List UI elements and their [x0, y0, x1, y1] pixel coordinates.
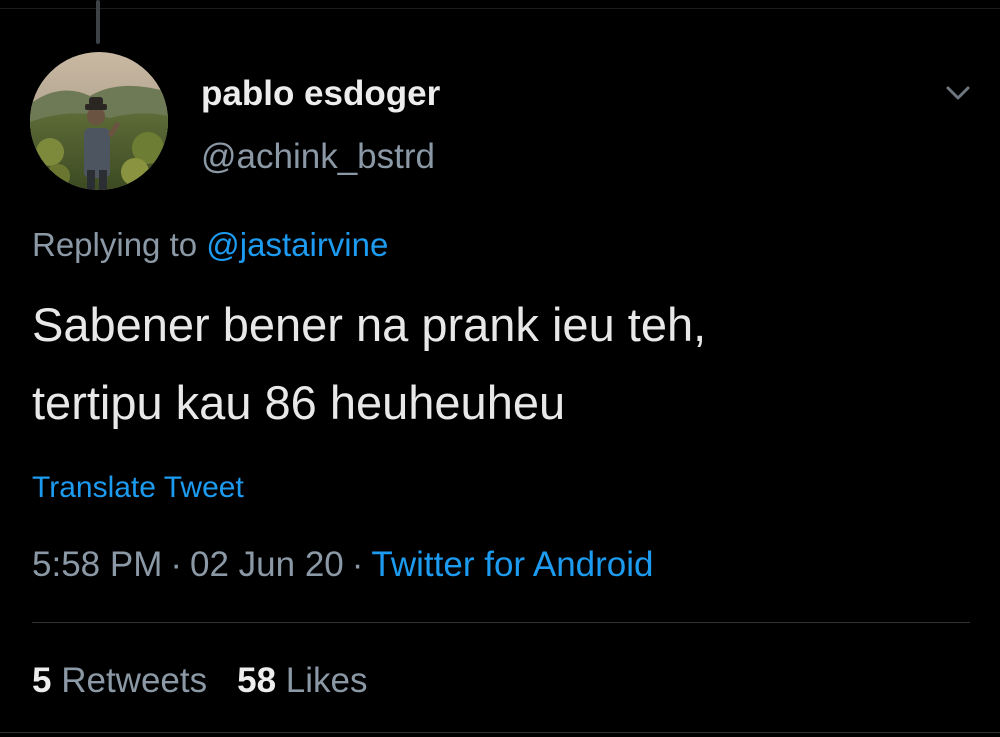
- tweet-time: 5:58 PM: [32, 545, 163, 584]
- likes-stat[interactable]: 58 Likes: [237, 661, 367, 700]
- stats-divider: [32, 622, 970, 623]
- meta-separator: ·: [351, 545, 364, 584]
- retweets-label: Retweets: [61, 661, 208, 700]
- author-handle[interactable]: @achink_bstrd: [201, 137, 435, 177]
- avatar-photo: [30, 52, 168, 190]
- translate-tweet-link[interactable]: Translate Tweet: [32, 471, 244, 505]
- avatar[interactable]: [30, 52, 168, 190]
- tweet-source-link[interactable]: Twitter for Android: [371, 545, 653, 584]
- replying-to-line: Replying to @jastairvine: [32, 226, 388, 264]
- likes-label: Likes: [285, 661, 368, 700]
- author-display-name[interactable]: pablo esdoger: [201, 74, 440, 114]
- reply-mention-link[interactable]: @jastairvine: [206, 226, 388, 263]
- tweet-metadata: 5:58 PM · 02 Jun 20 · Twitter for Android: [32, 545, 654, 585]
- meta-separator: ·: [170, 545, 183, 584]
- retweets-count: 5: [32, 661, 52, 700]
- bottom-divider: [0, 732, 1000, 733]
- thread-connector-line: [96, 0, 100, 44]
- tweet-date: 02 Jun 20: [190, 545, 344, 584]
- top-divider: [0, 8, 1000, 9]
- tweet-text-line: tertipu kau 86 heuheuheu: [32, 376, 566, 429]
- tweet-text: Sabener bener na prank ieu teh, tertipu …: [32, 286, 962, 442]
- replying-to-label: Replying to: [32, 226, 198, 263]
- likes-count: 58: [237, 661, 277, 700]
- retweets-stat[interactable]: 5 Retweets: [32, 661, 207, 700]
- tweet-menu-button[interactable]: [940, 75, 976, 111]
- tweet-stats: 5 Retweets 58 Likes: [32, 661, 368, 701]
- chevron-down-icon: [946, 86, 970, 100]
- tweet-text-line: Sabener bener na prank ieu teh,: [32, 298, 707, 351]
